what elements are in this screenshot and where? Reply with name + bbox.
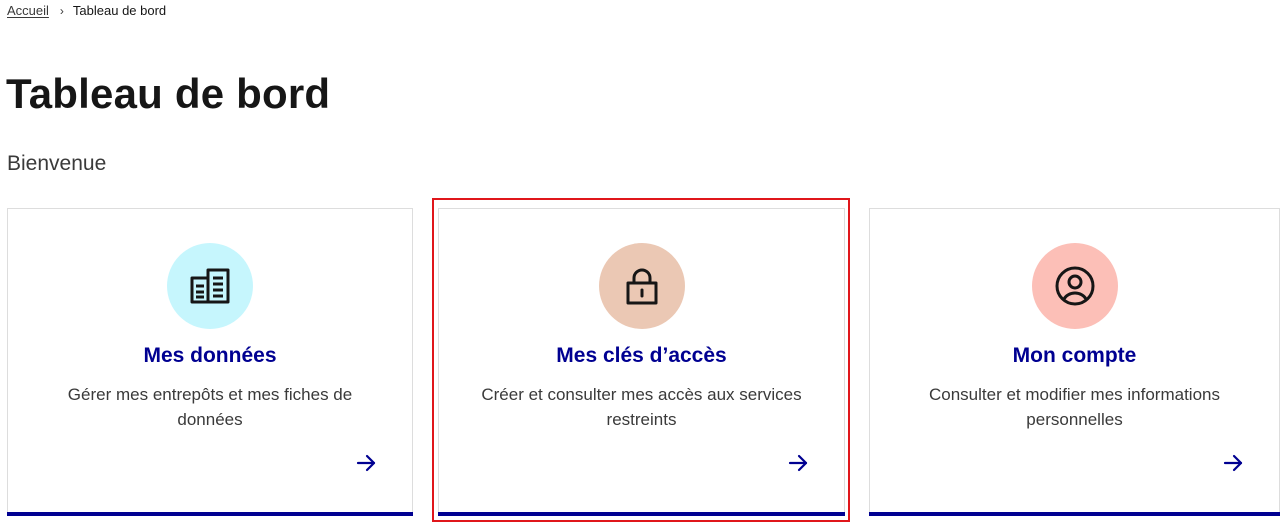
card-title: Mes clés d’accès	[556, 344, 727, 367]
building-data-icon	[167, 243, 253, 329]
card-description: Gérer mes entrepôts et mes fiches de don…	[67, 385, 353, 429]
page-title: Tableau de bord	[6, 70, 331, 117]
card-mon-compte[interactable]: Mon compte Consulter et modifier mes inf…	[869, 208, 1280, 516]
breadcrumb-home-link[interactable]: Accueil	[7, 3, 49, 18]
breadcrumb-separator: ›	[59, 3, 64, 18]
lock-icon	[598, 243, 685, 329]
arrow-right-icon[interactable]	[788, 453, 808, 473]
card-title: Mes données	[143, 344, 277, 367]
card-mes-donnees[interactable]: Mes données Gérer mes entrepôts et mes f…	[7, 208, 413, 516]
arrow-right-icon[interactable]	[356, 453, 376, 473]
user-circle-icon	[1031, 243, 1118, 329]
arrow-right-icon[interactable]	[1223, 453, 1243, 473]
breadcrumb-current: Tableau de bord	[72, 3, 167, 18]
card-description: Consulter et modifier mes informations p…	[928, 385, 1220, 429]
card-mes-cles-acces[interactable]: Mes clés d’accès Créer et consulter mes …	[438, 208, 845, 516]
welcome-text: Bienvenue	[7, 152, 107, 175]
breadcrumb: Accueil › Tableau de bord	[7, 3, 166, 18]
card-title: Mon compte	[1012, 344, 1137, 367]
card-description: Créer et consulter mes accès aux service…	[481, 385, 802, 429]
dashboard-cards: Mes données Gérer mes entrepôts et mes f…	[7, 208, 1280, 526]
